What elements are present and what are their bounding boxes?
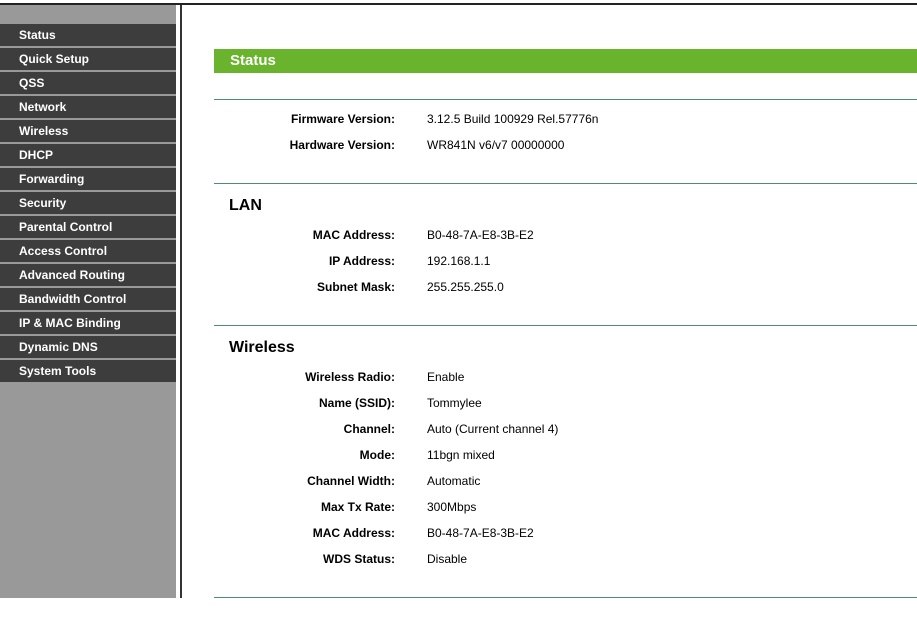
- wireless-channel-row: Channel: Auto (Current channel 4): [214, 419, 917, 439]
- lan-mac-row: MAC Address: B0-48-7A-E8-3B-E2: [214, 225, 917, 245]
- router-admin-frame: Status Quick Setup QSS Network Wireless …: [0, 0, 917, 598]
- sidebar-item-security[interactable]: Security: [0, 192, 176, 214]
- wireless-ssid-label: Name (SSID):: [318, 396, 395, 410]
- wireless-mac-label: MAC Address:: [312, 526, 395, 540]
- sidebar-item-access-control[interactable]: Access Control: [0, 240, 176, 262]
- wireless-width-label: Channel Width:: [307, 474, 395, 488]
- sidebar-item-forwarding[interactable]: Forwarding: [0, 168, 176, 190]
- hardware-row: Hardware Version: WR841N v6/v7 00000000: [214, 135, 917, 155]
- lan-mask-value: 255.255.255.0: [427, 280, 504, 294]
- wireless-channel-label: Channel:: [343, 422, 395, 436]
- lan-mac-value: B0-48-7A-E8-3B-E2: [427, 228, 534, 242]
- wireless-ssid-row: Name (SSID): Tommylee: [214, 393, 917, 413]
- sidebar-spacer: [0, 5, 176, 24]
- lan-mac-label: MAC Address:: [312, 228, 395, 242]
- wireless-mode-value: 11bgn mixed: [427, 448, 495, 462]
- page-title: Status: [214, 49, 917, 73]
- wireless-mode-row: Mode: 11bgn mixed: [214, 445, 917, 465]
- wireless-mac-row: MAC Address: B0-48-7A-E8-3B-E2: [214, 523, 917, 543]
- sidebar-item-parental-control[interactable]: Parental Control: [0, 216, 176, 238]
- wireless-mode-label: Mode:: [359, 448, 395, 462]
- wireless-ssid-value: Tommylee: [427, 396, 482, 410]
- sidebar-item-status[interactable]: Status: [0, 24, 176, 46]
- wireless-wds-label: WDS Status:: [323, 552, 395, 566]
- sidebar-item-dhcp[interactable]: DHCP: [0, 144, 176, 166]
- section-divider: [214, 99, 917, 100]
- lan-mask-label: Subnet Mask:: [316, 280, 395, 294]
- lan-ip-value: 192.168.1.1: [427, 254, 491, 268]
- lan-section-title: LAN: [229, 197, 262, 214]
- sidebar-item-network[interactable]: Network: [0, 96, 176, 118]
- lan-ip-label: IP Address:: [328, 254, 395, 268]
- hardware-value: WR841N v6/v7 00000000: [427, 138, 565, 152]
- lan-mask-row: Subnet Mask: 255.255.255.0: [214, 277, 917, 297]
- wireless-channel-value: Auto (Current channel 4): [427, 422, 559, 436]
- firmware-row: Firmware Version: 3.12.5 Build 100929 Re…: [214, 109, 917, 129]
- lan-ip-row: IP Address: 192.168.1.1: [214, 251, 917, 271]
- wireless-wds-row: WDS Status: Disable: [214, 549, 917, 569]
- sidebar-item-bandwidth-control[interactable]: Bandwidth Control: [0, 288, 176, 310]
- wireless-mac-value: B0-48-7A-E8-3B-E2: [427, 526, 534, 540]
- wireless-rate-label: Max Tx Rate:: [320, 500, 395, 514]
- section-divider: [214, 183, 917, 184]
- wireless-radio-label: Wireless Radio:: [305, 370, 395, 384]
- sidebar-item-quick-setup[interactable]: Quick Setup: [0, 48, 176, 70]
- sidebar-item-qss[interactable]: QSS: [0, 72, 176, 94]
- wireless-section-title: Wireless: [229, 339, 295, 356]
- wireless-width-value: Automatic: [427, 474, 481, 488]
- firmware-label: Firmware Version:: [290, 112, 395, 126]
- sidebar-item-wireless[interactable]: Wireless: [0, 120, 176, 142]
- section-divider: [214, 597, 917, 598]
- wireless-radio-row: Wireless Radio: Enable: [214, 367, 917, 387]
- section-divider: [214, 325, 917, 326]
- sidebar-item-advanced-routing[interactable]: Advanced Routing: [0, 264, 176, 286]
- hardware-label: Hardware Version:: [289, 138, 395, 152]
- sidebar-nav: Status Quick Setup QSS Network Wireless …: [0, 5, 176, 598]
- wireless-rate-row: Max Tx Rate: 300Mbps: [214, 497, 917, 517]
- wireless-radio-value: Enable: [427, 370, 465, 384]
- sidebar-item-dynamic-dns[interactable]: Dynamic DNS: [0, 336, 176, 358]
- sidebar-item-ip-mac-binding[interactable]: IP & MAC Binding: [0, 312, 176, 334]
- wireless-rate-value: 300Mbps: [427, 500, 477, 514]
- firmware-value: 3.12.5 Build 100929 Rel.57776n: [427, 112, 599, 126]
- sidebar-item-system-tools[interactable]: System Tools: [0, 360, 176, 382]
- wireless-wds-value: Disable: [427, 552, 468, 566]
- main-content: Status Firmware Version: 3.12.5 Build 10…: [182, 5, 917, 598]
- wireless-width-row: Channel Width: Automatic: [214, 471, 917, 491]
